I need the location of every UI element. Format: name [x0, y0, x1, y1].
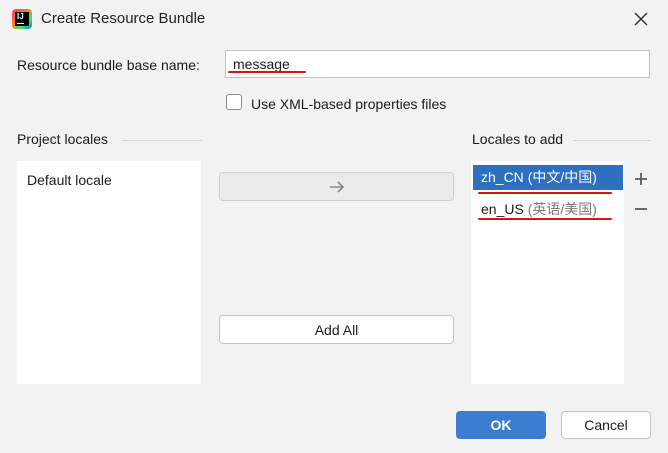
- list-item[interactable]: Default locale: [27, 172, 112, 188]
- locale-name: (英语/美国): [527, 201, 597, 217]
- locale-code: en_US: [481, 201, 524, 217]
- xml-properties-checkbox[interactable]: [226, 94, 242, 110]
- ok-button[interactable]: OK: [456, 411, 546, 439]
- project-locales-title: Project locales: [17, 131, 109, 147]
- locale-code: zh_CN: [481, 169, 524, 185]
- close-icon: [634, 12, 648, 26]
- add-locale-button[interactable]: [631, 169, 651, 189]
- annotation-underline: [478, 218, 612, 220]
- annotation-underline: [478, 192, 612, 194]
- move-right-button[interactable]: [219, 172, 454, 201]
- add-all-button[interactable]: Add All: [219, 315, 454, 344]
- title-bar: IJ Create Resource Bundle: [0, 0, 668, 38]
- cancel-button[interactable]: Cancel: [561, 411, 651, 439]
- plus-icon: [635, 173, 647, 185]
- arrow-right-icon: [329, 180, 344, 193]
- close-button[interactable]: [628, 6, 654, 32]
- section-separator: [573, 140, 651, 141]
- base-name-input[interactable]: message: [225, 50, 650, 78]
- xml-properties-label: Use XML-based properties files: [251, 96, 447, 112]
- locales-to-add-title: Locales to add: [472, 131, 564, 147]
- section-separator: [122, 140, 202, 141]
- base-name-value: message: [233, 56, 290, 72]
- intellij-idea-icon: IJ: [12, 9, 32, 29]
- minus-icon: [635, 208, 647, 210]
- locale-item-zh-cn[interactable]: zh_CN (中文/中国): [473, 165, 623, 190]
- base-name-label: Resource bundle base name:: [17, 57, 200, 73]
- annotation-underline: [228, 71, 306, 73]
- locale-item-en-us[interactable]: en_US (英语/美国): [481, 199, 597, 219]
- remove-locale-button[interactable]: [631, 199, 651, 219]
- locales-to-add-list[interactable]: [471, 161, 624, 384]
- locale-name: (中文/中国): [527, 169, 597, 185]
- window-title: Create Resource Bundle: [41, 10, 206, 27]
- project-locales-list[interactable]: Default locale: [17, 161, 201, 384]
